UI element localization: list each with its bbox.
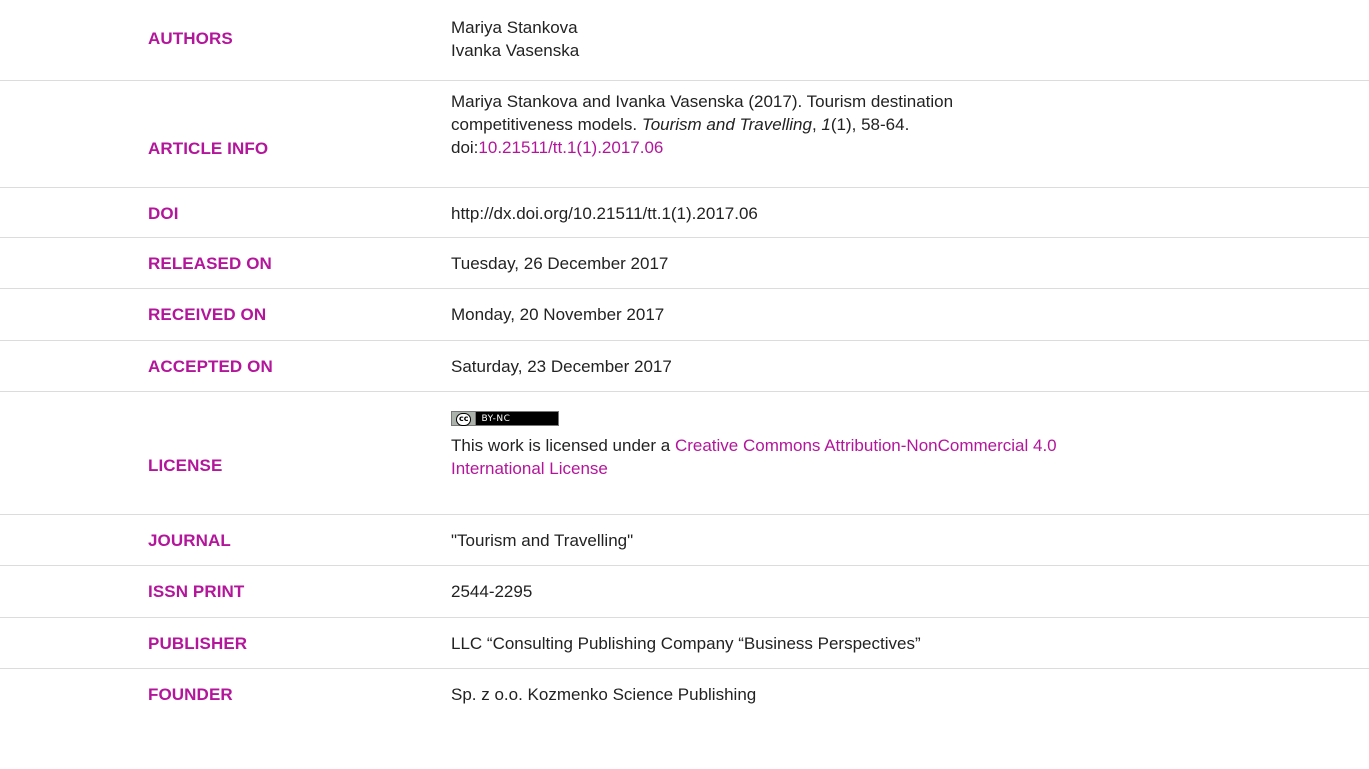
label-doi: DOI (148, 204, 179, 223)
license-link-continued[interactable]: International License (451, 459, 608, 478)
label-issn-print: ISSN PRINT (148, 582, 245, 601)
row-founder: FOUNDER Sp. z o.o. Kozmenko Science Publ… (0, 669, 1369, 720)
row-journal: JOURNAL "Tourism and Travelling" (0, 515, 1369, 566)
license-link[interactable]: Creative Commons Attribution-NonCommerci… (675, 436, 1057, 455)
doi-value[interactable]: http://dx.doi.org/10.21511/tt.1(1).2017.… (451, 202, 1369, 225)
citation-text: competitiveness models. (451, 115, 642, 134)
citation-comma: , (811, 115, 822, 134)
cc-logo-icon: cc (452, 412, 477, 426)
received-on-value: Monday, 20 November 2017 (451, 305, 665, 324)
cc-terms: BY-NC (476, 412, 516, 425)
cc-by-nc-badge-icon[interactable]: cc BY-NC (451, 411, 559, 426)
row-publisher: PUBLISHER LLC “Consulting Publishing Com… (0, 618, 1369, 669)
row-authors: AUTHORS Mariya Stankova Ivanka Vasenska (0, 0, 1369, 81)
released-on-value: Tuesday, 26 December 2017 (451, 254, 669, 273)
founder-value: Sp. z o.o. Kozmenko Science Publishing (451, 685, 757, 704)
author-name: Ivanka Vasenska (451, 41, 580, 60)
label-publisher: PUBLISHER (148, 634, 248, 653)
license-text: This work is licensed under a (451, 436, 675, 455)
row-released-on: RELEASED ON Tuesday, 26 December 2017 (0, 238, 1369, 289)
citation-line: doi:10.21511/tt.1(1).2017.06 (451, 136, 1369, 159)
row-doi: DOI http://dx.doi.org/10.21511/tt.1(1).2… (0, 188, 1369, 238)
row-accepted-on: ACCEPTED ON Saturday, 23 December 2017 (0, 341, 1369, 392)
license-badge-line: cc BY-NC (451, 404, 1369, 434)
label-journal: JOURNAL (148, 531, 231, 550)
citation-line: Mariya Stankova and Ivanka Vasenska (201… (451, 92, 954, 111)
label-received-on: RECEIVED ON (148, 305, 267, 324)
authors-value: Mariya Stankova Ivanka Vasenska (451, 16, 1369, 62)
journal-title-italic: Tourism and Travelling (641, 115, 812, 134)
row-issn-print: ISSN PRINT 2544-2295 (0, 566, 1369, 618)
citation-value: Mariya Stankova and Ivanka Vasenska (201… (451, 90, 1369, 159)
label-released-on: RELEASED ON (148, 254, 272, 273)
license-text-line: This work is licensed under a Creative C… (451, 434, 1369, 457)
author-name: Mariya Stankova (451, 18, 578, 37)
accepted-on-value: Saturday, 23 December 2017 (451, 357, 672, 376)
label-accepted-on: ACCEPTED ON (148, 357, 273, 376)
license-value: cc BY-NC This work is licensed under a C… (451, 404, 1369, 480)
doi-prefix: doi: (451, 138, 479, 157)
label-founder: FOUNDER (148, 685, 233, 704)
row-article-info: ARTICLE INFO Mariya Stankova and Ivanka … (0, 81, 1369, 188)
row-received-on: RECEIVED ON Monday, 20 November 2017 (0, 289, 1369, 341)
license-text-line: International License (451, 457, 1369, 480)
volume-italic: 1 (821, 115, 831, 134)
citation-doi-link[interactable]: 10.21511/tt.1(1).2017.06 (478, 138, 663, 157)
issue-pages: (1), 58-64. (830, 115, 910, 134)
citation-line: competitiveness models. Tourism and Trav… (451, 113, 1369, 136)
label-license: LICENSE (148, 456, 223, 475)
label-authors: AUTHORS (148, 29, 233, 48)
journal-value: "Tourism and Travelling" (451, 531, 634, 550)
label-article-info: ARTICLE INFO (148, 139, 269, 158)
publisher-value: LLC “Consulting Publishing Company “Busi… (451, 634, 921, 653)
row-license: LICENSE cc BY-NC This work is licensed u… (0, 392, 1369, 515)
issn-print-value: 2544-2295 (451, 582, 533, 601)
